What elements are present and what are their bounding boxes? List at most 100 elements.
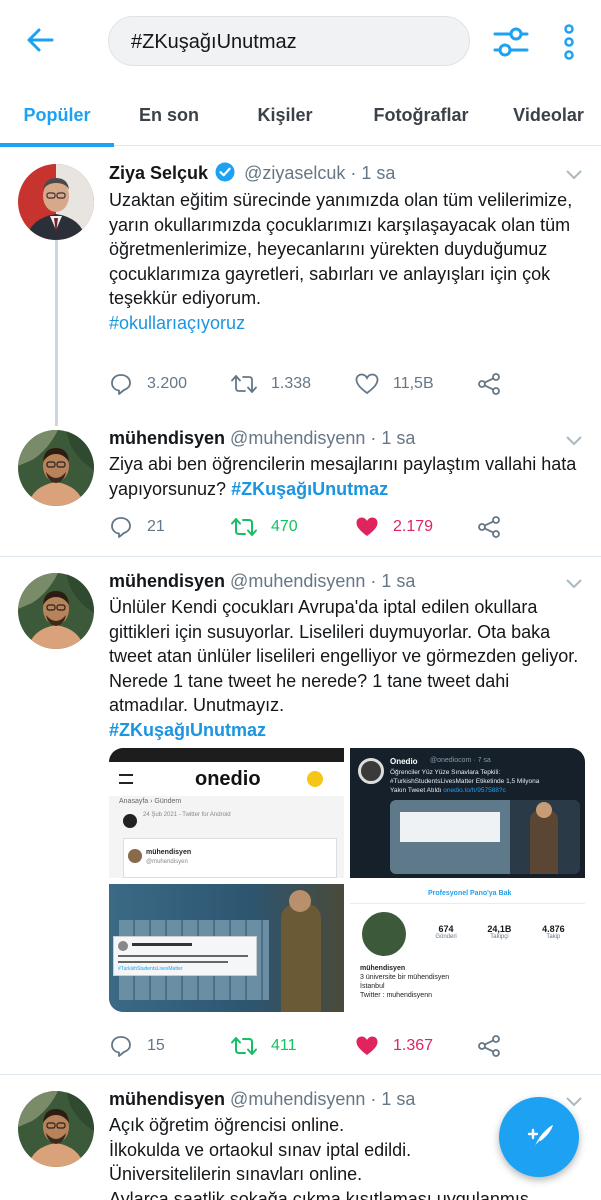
- chevron-down-icon: [566, 436, 582, 446]
- tab-videos[interactable]: Videolar: [496, 84, 601, 146]
- tweet-text-content: Uzaktan eğitim sürecinde yanımızda olan …: [109, 190, 573, 308]
- tweet-time: · 1 sa: [370, 571, 416, 591]
- author-name[interactable]: mühendisyen: [109, 428, 225, 448]
- reply-icon: [111, 517, 131, 538]
- sliders-icon: [493, 27, 529, 57]
- hashtag-link[interactable]: #ZKuşağıUnutmaz: [231, 479, 388, 499]
- stat-followers: 24,1B Takipçi: [487, 924, 512, 940]
- reply-button[interactable]: 21: [109, 512, 165, 542]
- share-icon: [478, 1035, 500, 1057]
- stat-following: 4.876 Takip: [542, 924, 565, 940]
- compose-tweet-button[interactable]: [499, 1097, 579, 1177]
- tweet[interactable]: mühendisyen @muhendisyenn · 1 sa Ziya ab…: [0, 418, 601, 556]
- retweet-icon: [231, 518, 257, 536]
- like-button[interactable]: 11,5B: [355, 369, 434, 399]
- chevron-down-icon: [566, 170, 582, 180]
- author-handle[interactable]: @ziyaselcuk: [244, 163, 345, 183]
- top-bar: [0, 0, 601, 84]
- media-image[interactable]: Onedio @onediocom · 7 sa Öğrenciler Yüz …: [350, 748, 585, 878]
- profile-pro-link: Profesyonel Pano'ya Bak: [428, 890, 512, 897]
- embedded-link: onedio.to/h/957588?c: [443, 787, 506, 794]
- search-field[interactable]: [108, 16, 470, 67]
- tab-latest[interactable]: En son: [114, 84, 224, 146]
- media-image[interactable]: onedio Anasayfa › Gündem 24 Şub 2021 - T…: [109, 748, 344, 878]
- retweet-button[interactable]: 1.338: [231, 369, 311, 399]
- close-icon: [123, 814, 137, 828]
- tweet-menu-button[interactable]: [565, 1095, 583, 1107]
- avatar[interactable]: [18, 164, 94, 240]
- chevron-down-icon: [566, 579, 582, 589]
- share-button[interactable]: [477, 512, 515, 542]
- author-name[interactable]: Ziya Selçuk: [109, 163, 208, 183]
- tweet-actions: 3.200 1.338 11,5B: [109, 369, 579, 399]
- breadcrumb: Anasayfa › Gündem: [119, 798, 182, 805]
- tweet-time: · 1 sa: [370, 1089, 416, 1109]
- author-handle[interactable]: @muhendisyenn: [230, 571, 365, 591]
- profile-avatar: [360, 910, 408, 958]
- search-input[interactable]: [131, 18, 447, 67]
- retweet-button[interactable]: 411: [231, 1031, 297, 1061]
- filter-button[interactable]: [491, 22, 531, 62]
- tweet-menu-button[interactable]: [565, 434, 583, 446]
- search-tabs: Popüler En son Kişiler Fotoğraflar Video…: [0, 84, 601, 147]
- tweet-actions: 15 411 1.367: [109, 1031, 579, 1061]
- onedio-logo: onedio: [195, 768, 261, 790]
- reply-icon: [111, 374, 131, 395]
- retweet-count: 470: [271, 518, 298, 535]
- back-button[interactable]: [22, 22, 58, 58]
- hashtag-link[interactable]: #ZKuşağıUnutmaz: [109, 720, 266, 740]
- embedded-account-handle: @onediocom · 7 sa: [430, 757, 491, 764]
- tweet[interactable]: Ziya Selçuk @ziyaselcuk · 1 sa Uzaktan e…: [0, 146, 601, 426]
- avatar[interactable]: [18, 1091, 94, 1167]
- like-count: 1.367: [393, 1037, 434, 1054]
- post-date: 24 Şub 2021 - Twitter for Android: [143, 812, 231, 818]
- profile-twitter: Twitter : muhendisyenn: [360, 992, 432, 999]
- tweet-menu-button[interactable]: [565, 577, 583, 589]
- reply-button[interactable]: 15: [109, 1031, 165, 1061]
- tweet-header: mühendisyen @muhendisyenn · 1 sa: [109, 571, 561, 592]
- share-button[interactable]: [477, 1031, 515, 1061]
- author-handle[interactable]: @muhendisyenn: [230, 428, 365, 448]
- reply-button[interactable]: 3.200: [109, 369, 187, 399]
- like-button[interactable]: 2.179: [355, 512, 433, 542]
- avatar[interactable]: [18, 430, 94, 506]
- hashtag-link[interactable]: #okullarıaçıyoruz: [109, 313, 245, 333]
- author-name[interactable]: mühendisyen: [109, 571, 225, 591]
- menu-icon: [119, 774, 133, 784]
- retweet-icon: [231, 1037, 257, 1055]
- tweet-text: Uzaktan eğitim sürecinde yanımızda olan …: [109, 188, 584, 335]
- heart-icon: [355, 373, 379, 395]
- author-name[interactable]: mühendisyen: [109, 1089, 225, 1109]
- tab-popular[interactable]: Popüler: [0, 84, 114, 147]
- more-options-button[interactable]: [560, 22, 578, 62]
- stat-posts: 674 Gönderi: [435, 924, 457, 940]
- arrow-left-icon: [27, 28, 54, 52]
- avatar[interactable]: [18, 573, 94, 649]
- retweet-count: 1.338: [271, 375, 312, 392]
- like-button[interactable]: 1.367: [355, 1031, 433, 1061]
- chevron-down-icon: [566, 1097, 582, 1107]
- embedded-user: mühendisyen: [146, 849, 192, 856]
- tweet-header: mühendisyen @muhendisyenn · 1 sa: [109, 1089, 561, 1110]
- profile-city: İstanbul: [360, 983, 385, 990]
- share-button[interactable]: [477, 369, 515, 399]
- embedded-text-1: Öğrenciler Yüz Yüze Sınavlara Tepkili:: [390, 769, 501, 776]
- author-handle[interactable]: @muhendisyenn: [230, 1089, 365, 1109]
- media-image[interactable]: Profesyonel Pano'ya Bak 674 Gönderi 24,1B…: [350, 884, 585, 1012]
- tab-people[interactable]: Kişiler: [224, 84, 346, 146]
- tweet-menu-button[interactable]: [565, 168, 583, 180]
- heart-icon: [356, 1036, 378, 1055]
- verified-badge-icon: [215, 162, 235, 182]
- reply-count: 21: [147, 518, 165, 535]
- embedded-text-3: Yakın Tweet Atıldı: [390, 787, 442, 794]
- media-grid: onedio Anasayfa › Gündem 24 Şub 2021 - T…: [109, 748, 585, 1012]
- compose-icon: [527, 1125, 553, 1150]
- retweet-button[interactable]: 470: [231, 512, 298, 542]
- reply-icon: [111, 1036, 131, 1057]
- profile-name: mühendisyen: [360, 965, 406, 972]
- media-image[interactable]: #TurkishStudentsLivesMatter: [109, 884, 344, 1012]
- tweet[interactable]: mühendisyen @muhendisyenn · 1 sa Ünlüler…: [0, 557, 601, 1074]
- tweet-time: · 1 sa: [370, 428, 416, 448]
- tab-photos[interactable]: Fotoğraflar: [346, 84, 496, 146]
- tweet-text: Ziya abi ben öğrencilerin mesajlarını pa…: [109, 452, 584, 501]
